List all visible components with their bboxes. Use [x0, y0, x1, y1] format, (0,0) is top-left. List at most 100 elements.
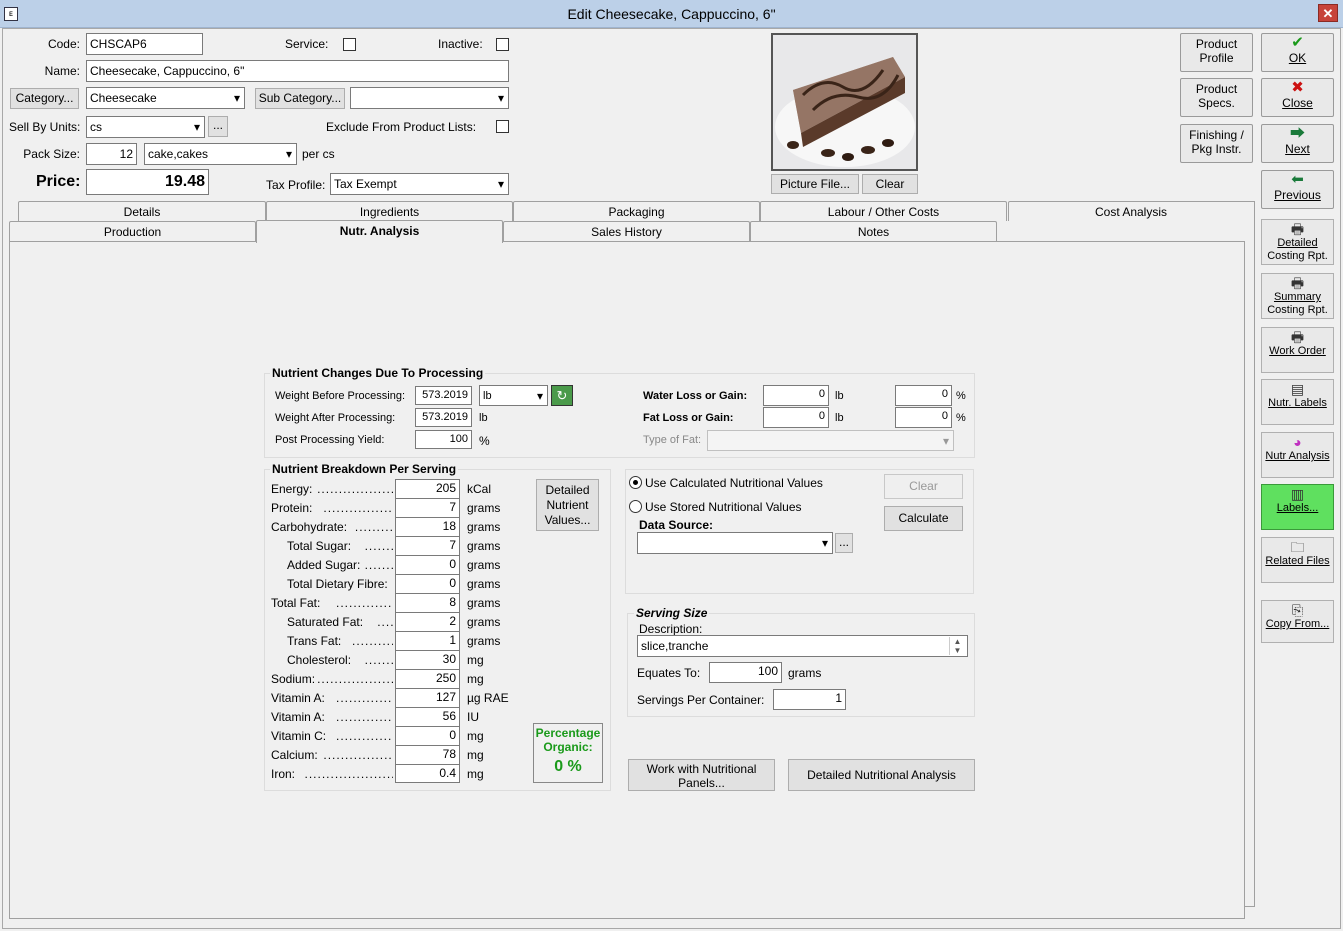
water-loss-lb-input[interactable]: 0	[763, 385, 829, 406]
weight-unit-select[interactable]: lb	[479, 385, 548, 406]
sell-units-browse-button[interactable]: ...	[208, 116, 228, 137]
yield-input[interactable]: 100	[415, 430, 472, 449]
nutrient-value-input[interactable]: 56	[395, 707, 460, 726]
inactive-label: Inactive:	[438, 37, 483, 51]
tab-notes[interactable]: Notes	[750, 221, 997, 241]
water-loss-pct-input[interactable]: 0	[895, 385, 952, 406]
panels-line1: Work with Nutritional	[646, 762, 757, 776]
report-button-3[interactable]: ▤ Nutr. Labels	[1261, 379, 1334, 425]
pack-unit-select[interactable]: cake,cakes	[144, 143, 297, 165]
report-button-1[interactable]: 🖶 Summary Costing Rpt.	[1261, 273, 1334, 319]
servings-per-container-input[interactable]: 1	[773, 689, 846, 710]
tab-ingredients[interactable]: Ingredients	[266, 201, 513, 221]
nutrient-value-input[interactable]: 127	[395, 688, 460, 707]
report-button-4[interactable]: ◕ Nutr Analysis	[1261, 432, 1334, 478]
nutrient-value-input[interactable]: 7	[395, 498, 460, 517]
report-button-label: Costing Rpt.	[1267, 304, 1328, 316]
report-button-5[interactable]: ▥ Labels...	[1261, 484, 1334, 530]
yield-pct: %	[479, 434, 490, 448]
previous-button[interactable]: ⬅ Previous	[1261, 170, 1334, 209]
fat-loss-label: Fat Loss or Gain:	[643, 412, 734, 424]
nutrient-value-input[interactable]: 8	[395, 593, 460, 612]
close-icon: ✖	[1291, 79, 1304, 96]
use-stored-label: Use Stored Nutritional Values	[645, 500, 802, 514]
tax-profile-select[interactable]: Tax Exempt	[330, 173, 509, 195]
inactive-checkbox[interactable]	[496, 38, 509, 51]
detailed-nutritional-analysis-button[interactable]: Detailed Nutritional Analysis	[788, 759, 975, 791]
code-input[interactable]: CHSCAP6	[86, 33, 203, 55]
product-profile-button[interactable]: Product Profile	[1180, 33, 1253, 72]
water-pct-unit: %	[956, 390, 966, 402]
nutrient-value-input[interactable]: 0.4	[395, 764, 460, 783]
nutrient-value-input[interactable]: 2	[395, 612, 460, 631]
tab-cost-analysis[interactable]: Cost Analysis	[1008, 201, 1254, 221]
nutrient-value-input[interactable]: 0	[395, 555, 460, 574]
clear-values-button[interactable]: Clear	[884, 474, 963, 499]
data-source-browse-button[interactable]: ...	[835, 533, 853, 553]
product-specs-line2: Specs.	[1198, 96, 1235, 110]
nutrient-value-input[interactable]: 250	[395, 669, 460, 688]
subcategory-select[interactable]	[350, 87, 509, 109]
nutrient-label: Iron:	[271, 767, 296, 781]
nutrient-unit: grams	[467, 615, 501, 629]
serving-description-input[interactable]: slice,tranche	[637, 635, 968, 657]
weight-before-input[interactable]: 573.2019	[415, 386, 472, 405]
weight-after-input[interactable]: 573.2019	[415, 408, 472, 427]
printer-icon: 🖶	[1290, 275, 1305, 291]
nutrient-unit: mg	[467, 767, 484, 781]
service-checkbox[interactable]	[343, 38, 356, 51]
report-button-2[interactable]: 🖶 Work Order	[1261, 327, 1334, 373]
nutrient-unit: mg	[467, 672, 484, 686]
calculate-button[interactable]: Calculate	[884, 506, 963, 531]
nutrient-value-input[interactable]: 0	[395, 574, 460, 593]
sell-units-select[interactable]: cs	[86, 116, 205, 138]
nutrient-value-input[interactable]: 205	[395, 479, 460, 498]
type-of-fat-select[interactable]	[707, 430, 954, 451]
report-button-0[interactable]: 🖶 Detailed Costing Rpt.	[1261, 219, 1334, 265]
use-stored-radio[interactable]	[629, 500, 642, 513]
tab-labour-other-costs[interactable]: Labour / Other Costs	[760, 201, 1007, 221]
detailed-line2: Nutrient	[546, 498, 589, 512]
nutrient-value-input[interactable]: 0	[395, 726, 460, 745]
report-button-7[interactable]: ⎘ Copy From...	[1261, 600, 1334, 643]
nutrient-value-input[interactable]: 78	[395, 745, 460, 764]
use-calculated-radio[interactable]	[629, 476, 642, 489]
report-button-6[interactable]: 🗀 Related Files	[1261, 537, 1334, 583]
tab-packaging[interactable]: Packaging	[513, 201, 760, 221]
previous-icon: ⬅	[1291, 171, 1304, 188]
name-input[interactable]: Cheesecake, Cappuccino, 6"	[86, 60, 509, 82]
nutrient-value-input[interactable]: 1	[395, 631, 460, 650]
picture-clear-button[interactable]: Clear	[862, 174, 918, 194]
category-button[interactable]: Category...	[10, 88, 79, 109]
name-label: Name:	[44, 64, 80, 78]
category-select[interactable]: Cheesecake	[86, 87, 245, 109]
equates-to-input[interactable]: 100	[709, 662, 782, 683]
tab-production[interactable]: Production	[9, 221, 256, 241]
fat-loss-lb-input[interactable]: 0	[763, 407, 829, 428]
nutrient-value-input[interactable]: 30	[395, 650, 460, 669]
product-specs-button[interactable]: Product Specs.	[1180, 78, 1253, 117]
work-with-panels-button[interactable]: Work with Nutritional Panels...	[628, 759, 775, 791]
nutrient-value-input[interactable]: 18	[395, 517, 460, 536]
subcategory-button[interactable]: Sub Category...	[255, 88, 345, 109]
ok-button[interactable]: ✔ OK	[1261, 33, 1334, 72]
pack-size-input[interactable]: 12	[86, 143, 137, 165]
refresh-icon[interactable]: ↻	[551, 385, 573, 406]
window-close-button[interactable]: ✕	[1318, 4, 1338, 22]
price-input[interactable]: 19.48	[86, 169, 209, 195]
picture-file-button[interactable]: Picture File...	[771, 174, 859, 194]
fat-loss-pct-input[interactable]: 0	[895, 407, 952, 428]
detailed-nutrient-values-button[interactable]: Detailed Nutrient Values...	[536, 479, 599, 531]
tab-sales-history[interactable]: Sales History	[503, 221, 750, 241]
exclude-checkbox[interactable]	[496, 120, 509, 133]
data-source-select[interactable]	[637, 532, 833, 554]
finishing-button[interactable]: Finishing / Pkg Instr.	[1180, 124, 1253, 163]
tab-nutr-analysis[interactable]: Nutr. Analysis	[256, 220, 503, 243]
nutrient-unit: grams	[467, 596, 501, 610]
spinner-icon[interactable]: ▲ ▼	[949, 637, 965, 655]
tab-details[interactable]: Details	[18, 201, 266, 221]
close-button[interactable]: ✖ Close	[1261, 78, 1334, 117]
next-button[interactable]: ⮕ Next	[1261, 124, 1334, 163]
nutrient-value-input[interactable]: 7	[395, 536, 460, 555]
previous-label: Previous	[1274, 188, 1321, 202]
